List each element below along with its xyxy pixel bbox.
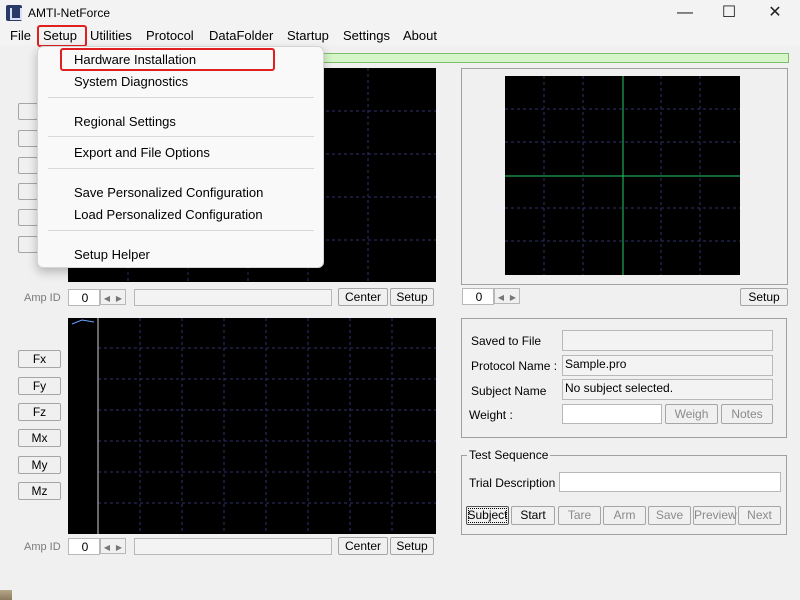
cop-setup-button[interactable]: Setup (740, 288, 788, 306)
menu-separator (48, 136, 314, 137)
menu-item-hardware-installation[interactable]: Hardware Installation (74, 51, 196, 69)
arm-button[interactable]: Arm (603, 506, 646, 525)
status-bar (322, 53, 789, 63)
save-button[interactable]: Save (648, 506, 691, 525)
start-button[interactable]: Start (511, 506, 555, 525)
menu-separator (48, 230, 314, 231)
spin-left-icon[interactable]: ◀ (101, 541, 113, 555)
subject-name-label: Subject Name (471, 384, 547, 398)
spin-left-icon[interactable]: ◀ (495, 291, 507, 305)
weight-field[interactable] (562, 404, 662, 424)
menu-file[interactable]: File (10, 27, 31, 45)
bottom-amp-id-spinner[interactable]: ◀ ▶ (100, 538, 126, 554)
spin-right-icon[interactable]: ▶ (113, 541, 125, 555)
menu-item-regional-settings[interactable]: Regional Settings (74, 113, 176, 131)
menu-item-setup-helper[interactable]: Setup Helper (74, 246, 150, 264)
setup-menu-highlight (37, 25, 87, 47)
menu-separator (48, 97, 314, 98)
force-graph-bottom-grid (71, 318, 436, 534)
top-channel-button-6[interactable] (18, 236, 38, 253)
top-channel-button-5[interactable] (18, 209, 38, 226)
notes-button[interactable]: Notes (721, 404, 773, 424)
menu-item-system-diagnostics[interactable]: System Diagnostics (74, 73, 188, 91)
top-channel-button-3[interactable] (18, 157, 38, 174)
cop-graph (505, 76, 740, 275)
my-button[interactable]: My (18, 456, 61, 474)
spin-right-icon[interactable]: ▶ (507, 291, 519, 305)
app-icon (6, 5, 22, 21)
subject-button[interactable]: Subject (466, 506, 509, 525)
saved-to-file-field (562, 330, 773, 351)
window-title: AMTI-NetForce (28, 6, 111, 20)
top-amp-id-field[interactable]: 0 (68, 289, 100, 306)
top-channel-button-4[interactable] (18, 183, 38, 200)
mz-button[interactable]: Mz (18, 482, 61, 500)
top-center-button[interactable]: Center (338, 288, 388, 306)
weigh-button[interactable]: Weigh (665, 404, 718, 424)
protocol-name-field: Sample.pro (562, 355, 773, 376)
menu-item-load-configuration[interactable]: Load Personalized Configuration (74, 206, 263, 224)
top-amp-id-label: Amp ID (24, 292, 61, 304)
preview-button[interactable]: Preview (693, 506, 737, 525)
fy-button[interactable]: Fy (18, 377, 61, 395)
top-setup-button[interactable]: Setup (390, 288, 434, 306)
menu-separator (48, 168, 314, 169)
mx-button[interactable]: Mx (18, 429, 61, 447)
top-amp-id-spinner[interactable]: ◀ ▶ (100, 289, 126, 305)
bottom-amp-id-label: Amp ID (24, 541, 61, 553)
menu-settings[interactable]: Settings (343, 27, 390, 45)
menu-datafolder[interactable]: DataFolder (209, 27, 273, 45)
fz-button[interactable]: Fz (18, 403, 61, 421)
fx-button[interactable]: Fx (18, 350, 61, 368)
menu-item-export-file-options[interactable]: Export and File Options (74, 144, 210, 162)
menu-about[interactable]: About (403, 27, 437, 45)
bottom-setup-button[interactable]: Setup (390, 537, 434, 555)
top-channel-button-1[interactable] (18, 103, 38, 120)
bottom-amp-id-field[interactable]: 0 (68, 538, 100, 555)
force-graph-bottom (68, 318, 436, 534)
saved-to-file-label: Saved to File (471, 334, 542, 348)
tare-button[interactable]: Tare (558, 506, 601, 525)
cop-amp-id-field[interactable]: 0 (462, 288, 494, 305)
protocol-name-label: Protocol Name : (471, 359, 558, 373)
bottom-scroll-field[interactable] (134, 538, 332, 555)
minimize-button[interactable]: — (662, 0, 708, 26)
cop-amp-id-spinner[interactable]: ◀ ▶ (494, 288, 520, 304)
trial-description-field[interactable] (559, 472, 781, 492)
top-channel-button-2[interactable] (18, 130, 38, 147)
spin-right-icon[interactable]: ▶ (113, 292, 125, 306)
cop-graph-grid (505, 76, 740, 275)
close-button[interactable]: ✕ (752, 0, 798, 26)
next-button[interactable]: Next (738, 506, 781, 525)
weight-label: Weight : (469, 408, 513, 422)
menu-utilities[interactable]: Utilities (90, 27, 132, 45)
menu-protocol[interactable]: Protocol (146, 27, 194, 45)
signal-trace (71, 319, 95, 325)
menu-startup[interactable]: Startup (287, 27, 329, 45)
test-sequence-title: Test Sequence (467, 448, 551, 462)
top-scroll-field[interactable] (134, 289, 332, 306)
maximize-button[interactable]: ☐ (706, 0, 752, 26)
trial-description-label: Trial Description : (469, 476, 562, 490)
menu-item-save-configuration[interactable]: Save Personalized Configuration (74, 184, 263, 202)
spin-left-icon[interactable]: ◀ (101, 292, 113, 306)
subject-name-field: No subject selected. (562, 379, 773, 400)
desktop-background-edge (0, 590, 12, 600)
bottom-center-button[interactable]: Center (338, 537, 388, 555)
